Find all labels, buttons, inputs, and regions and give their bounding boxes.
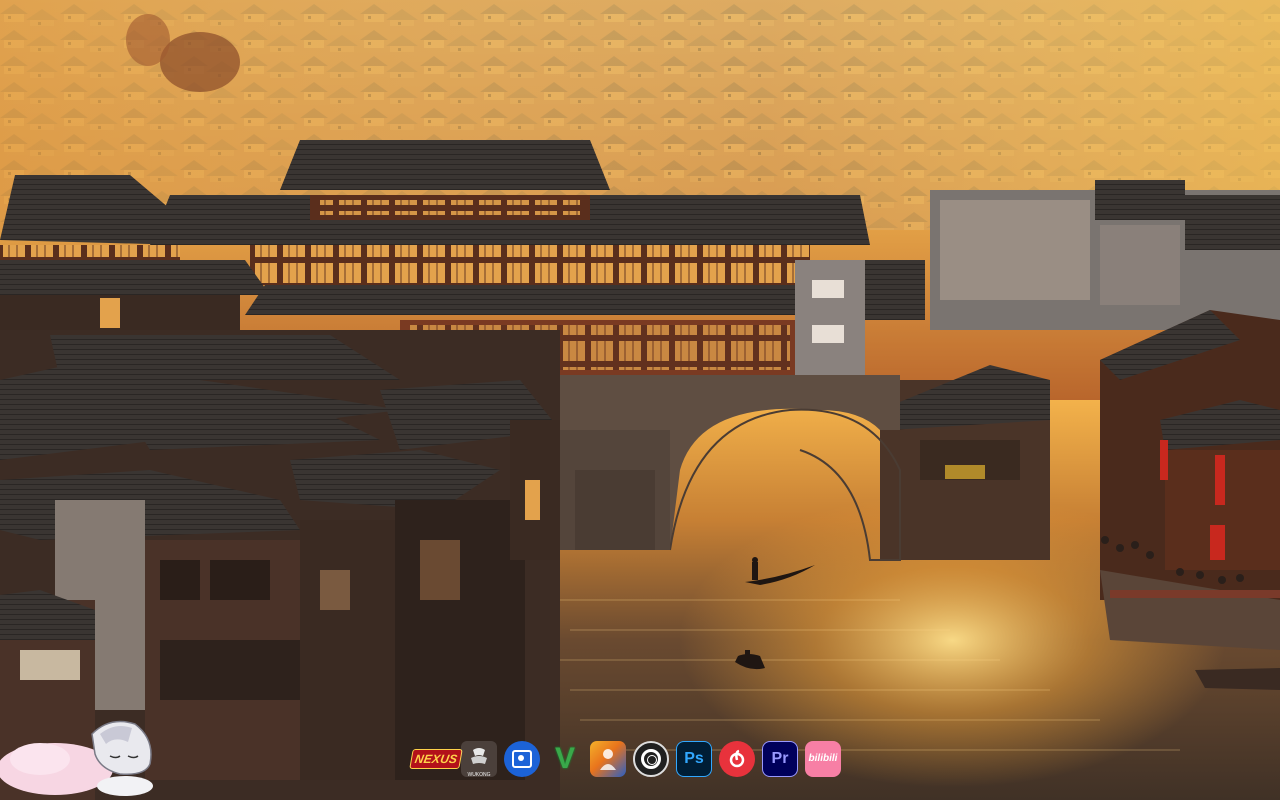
game-character-icon [600, 749, 616, 770]
game-launcher-icon[interactable] [590, 741, 626, 777]
bilibili-label: bilibili [808, 753, 838, 764]
wukong-label: WUKONG [467, 772, 491, 778]
premiere-pro-icon[interactable]: Pr [762, 741, 798, 777]
wallpaper [0, 0, 1280, 800]
obs-studio-icon[interactable] [633, 741, 669, 777]
obs-ring-icon [641, 749, 661, 769]
photo-frame-icon [512, 750, 532, 768]
music-note-icon [729, 749, 745, 768]
nexus-mods-icon[interactable]: NEXUS [409, 741, 463, 777]
gta-v-icon[interactable]: V [547, 741, 583, 777]
premiere-label: Pr [771, 750, 789, 767]
netease-music-icon[interactable] [719, 741, 755, 777]
photoshop-label: Ps [684, 750, 704, 767]
taskbar-dock: NEXUS WUKONG V Ps Pr bilibili [409, 738, 841, 780]
desktop: NEXUS WUKONG V Ps Pr bilibili [0, 0, 1280, 800]
bilibili-icon[interactable]: bilibili [805, 741, 841, 777]
black-myth-wukong-icon[interactable]: WUKONG [461, 741, 497, 778]
anime-character-sleeping-icon[interactable] [0, 714, 165, 800]
gta-label: V [554, 742, 575, 775]
photoshop-icon[interactable]: Ps [676, 741, 712, 777]
nexus-label: NEXUS [409, 749, 463, 769]
photos-app-icon[interactable] [504, 741, 540, 777]
wukong-figure-icon [471, 748, 487, 764]
